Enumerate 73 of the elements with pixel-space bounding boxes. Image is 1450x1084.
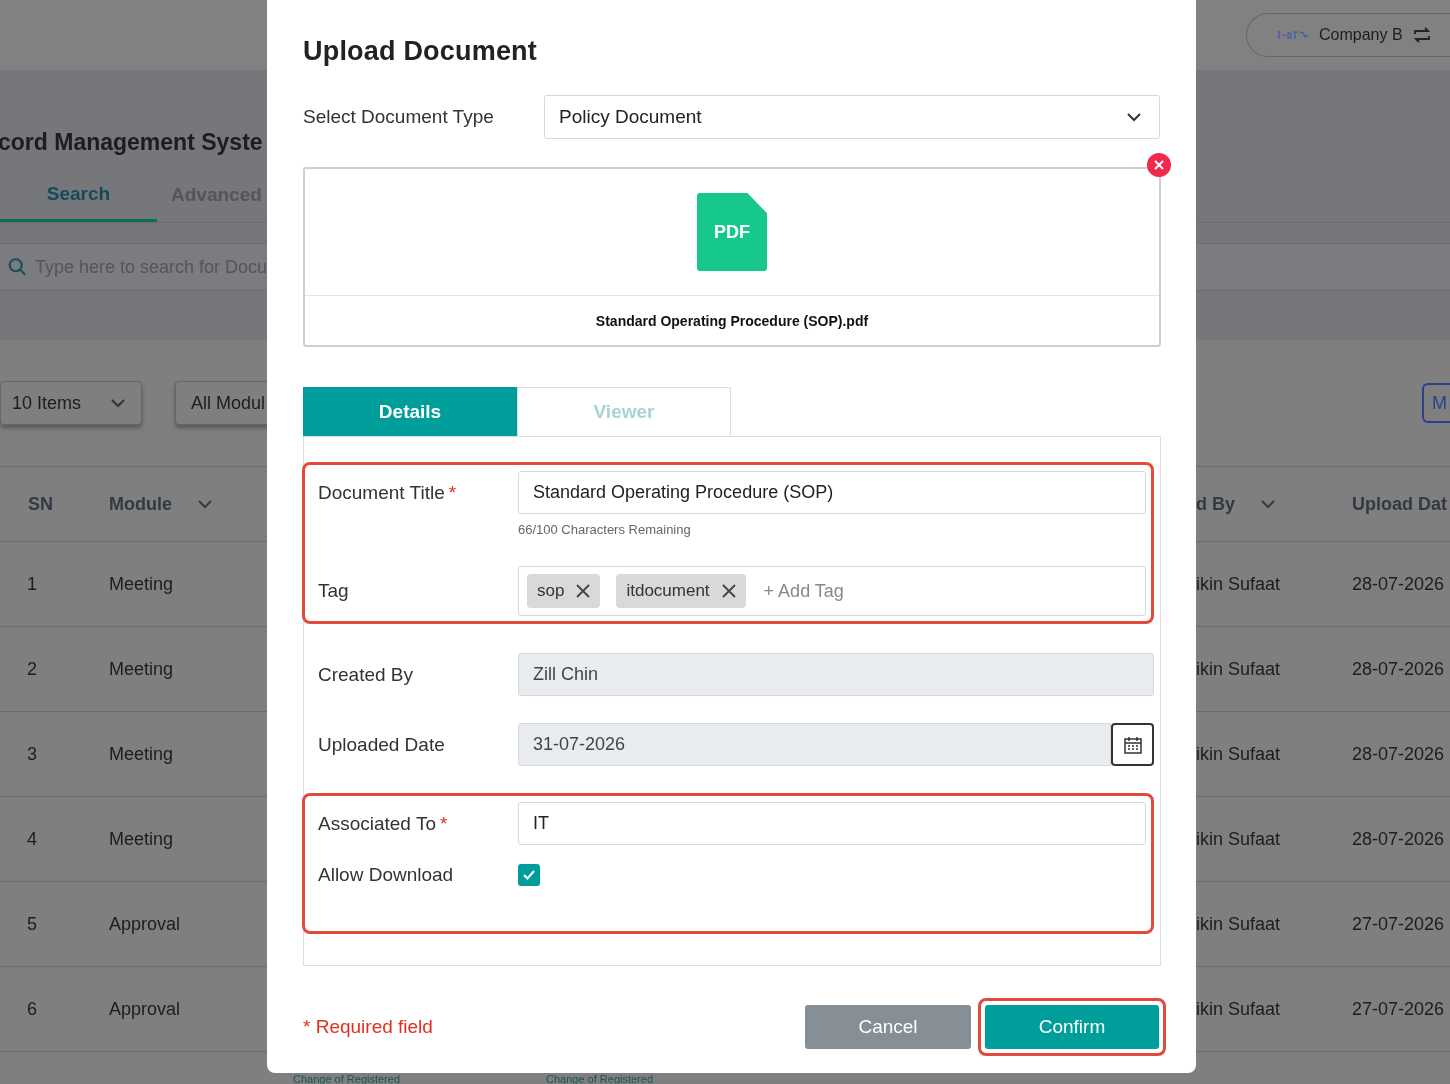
table-cell: Meeting (109, 743, 174, 765)
table-cell: 28-07-2026 (1352, 658, 1445, 680)
table-cell-text: ikin Sufaat (1196, 998, 1282, 1020)
caret-icon (1127, 112, 1141, 122)
table-cell-text: 2 (26, 658, 38, 680)
field-label: Created By (318, 664, 414, 686)
text-field[interactable]: Standard Operating Procedure (SOP) (518, 471, 1146, 514)
search-icon (8, 256, 27, 278)
table-cell-text: 5 (26, 913, 38, 935)
confirm-button[interactable]: Confirm (985, 1005, 1159, 1049)
table-cell-text: ikin Sufaat (1196, 828, 1282, 850)
character-counter: 66/100 Characters Remaining (518, 522, 692, 539)
sort-caret-icon (198, 499, 212, 509)
table-cell: Approval (109, 998, 181, 1020)
table-cell: Meeting (109, 828, 174, 850)
calendar-icon (1123, 735, 1142, 754)
field-label: Tag (318, 580, 349, 602)
items-dropdown[interactable]: 10 Items (0, 381, 142, 425)
text-field[interactable]: IT (518, 802, 1146, 845)
table-cell-text: ikin Sufaat (1196, 913, 1282, 935)
table-cell: 28-07-2026 (1352, 743, 1445, 765)
checkbox[interactable] (518, 864, 540, 886)
company-logo-icon (1277, 29, 1309, 41)
table-cell-text: ikin Sufaat (1196, 573, 1282, 595)
swap-icon (1412, 27, 1431, 43)
table-cell: 28-07-2026 (1352, 828, 1445, 850)
file-name: Standard Operating Procedure (SOP).pdf (595, 312, 869, 329)
column-header: Module (109, 493, 172, 515)
table-cell-text: 3 (26, 743, 38, 765)
table-cell: 27-07-2026 (1352, 913, 1445, 935)
column-header: d By (1196, 493, 1235, 515)
table-cell-text: ikin Sufaat (1196, 743, 1282, 765)
tag-chip[interactable]: sop (527, 574, 601, 608)
remove-icon[interactable] (576, 584, 591, 598)
pdf-file-icon: PDF (697, 193, 767, 271)
required-note: * Required field (303, 1016, 434, 1038)
table-cell-text: 6 (26, 998, 38, 1020)
caret-icon (111, 398, 125, 408)
field-label: Select Document Type (303, 106, 495, 128)
menu-button[interactable]: M (1422, 383, 1450, 423)
column-header: Upload Dat (1352, 493, 1447, 515)
tab[interactable]: Details (303, 387, 517, 436)
column-header: SN (28, 493, 53, 515)
required-mark: * (448, 482, 457, 504)
table-cell-text: 1 (26, 573, 38, 595)
table-cell: Approval (109, 913, 181, 935)
close-icon (1154, 160, 1164, 170)
calendar-button[interactable] (1111, 723, 1154, 766)
field-label: Associated To (318, 813, 436, 835)
dialog-title: Upload Document (303, 35, 538, 68)
date-field[interactable]: 31-07-2026 (518, 723, 1111, 766)
add-tag-field[interactable]: + Add Tag (763, 580, 844, 602)
field-label: Allow Download (318, 864, 454, 886)
tag-chip[interactable]: itdocument (616, 574, 746, 608)
table-cell: Meeting (109, 658, 174, 680)
sort-caret-icon (1261, 499, 1275, 509)
tab[interactable]: Search (0, 168, 157, 222)
table-cell-text: ikin Sufaat (1196, 658, 1282, 680)
field-label: Document Title (318, 482, 445, 504)
check-icon (522, 869, 536, 881)
table-cell: 27-07-2026 (1352, 998, 1445, 1020)
cancel-button[interactable]: Cancel (805, 1005, 971, 1049)
table-cell: Meeting (109, 573, 174, 595)
close-button[interactable] (1147, 153, 1171, 177)
table-cell-text: 4 (26, 828, 38, 850)
read-only-field: Zill Chin (518, 653, 1154, 696)
document-type-dropdown[interactable]: Policy Document (544, 95, 1160, 139)
required-mark: * (439, 813, 448, 835)
company-name: Company B (1319, 26, 1403, 44)
remove-icon[interactable] (721, 584, 736, 598)
field-label: Uploaded Date (318, 734, 445, 756)
module-dropdown[interactable]: All Modul (175, 381, 267, 425)
table-cell: 28-07-2026 (1352, 573, 1445, 595)
